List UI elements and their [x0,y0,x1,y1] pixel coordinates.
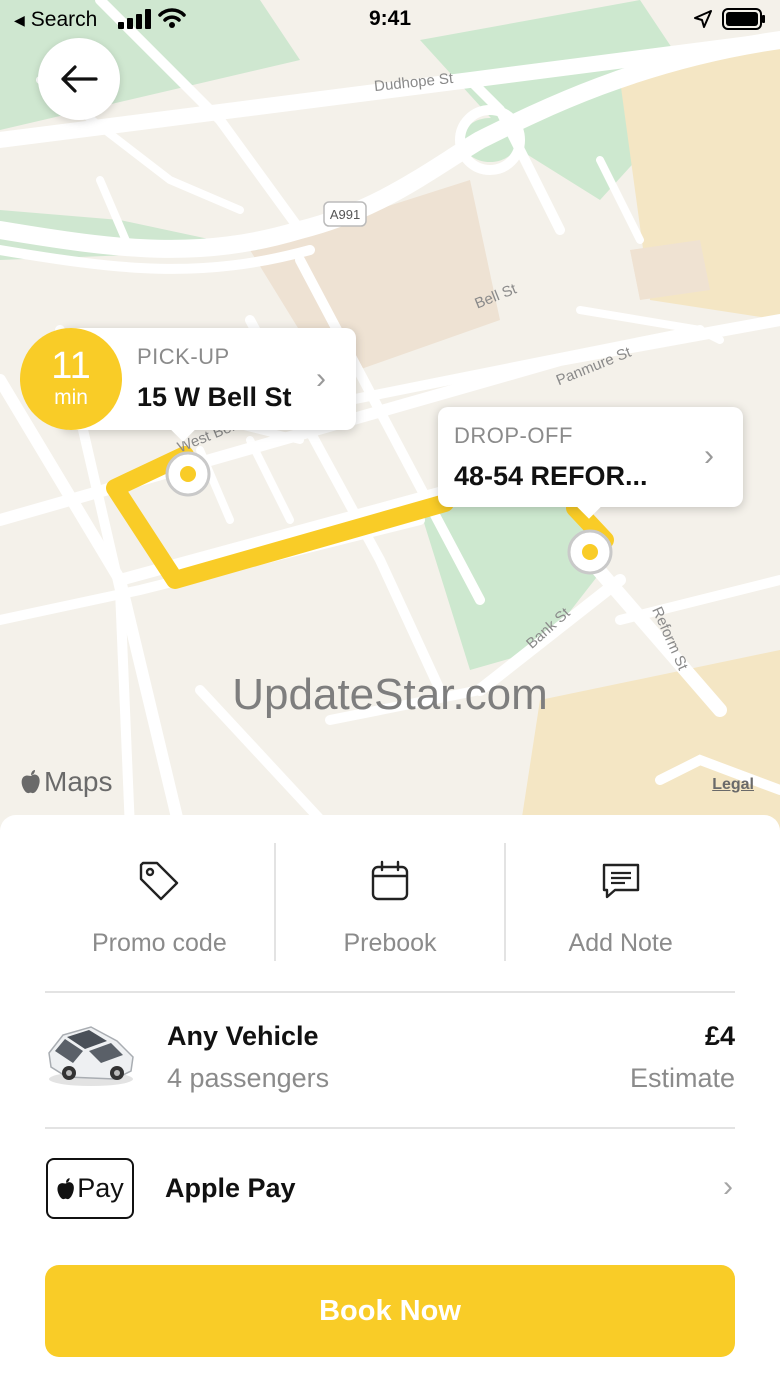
status-time: 9:41 [368,7,412,30]
prebook-button[interactable]: Prebook [273,843,505,961]
map-view[interactable]: A991 Dudhope St Bell St Panmure St West … [0,0,780,830]
arrow-left-icon [61,65,98,93]
vehicle-selector[interactable]: Any Vehicle 4 passengers £4 Estimate [45,1013,735,1109]
back-button[interactable] [38,38,120,120]
add-note-label: Add Note [568,929,673,957]
apple-pay-badge: Pay [46,1158,134,1219]
chevron-right-icon: › [723,1170,733,1203]
divider [45,1127,735,1129]
apple-logo-icon [21,770,40,794]
car-icon [48,1026,134,1086]
eta-unit: min [54,386,88,409]
status-bar: ◀ Search 9:41 [0,0,780,40]
apple-logo-icon [57,1177,75,1199]
chevron-right-icon: › [704,439,714,472]
apple-maps-logo: Maps [20,766,112,798]
book-now-button[interactable]: Book Now [45,1265,735,1357]
message-icon [602,863,639,899]
fare-estimate-label: Estimate [629,1063,735,1093]
prebook-label: Prebook [343,929,437,957]
eta-value: 11 [51,345,91,387]
chevron-right-icon: › [316,362,326,395]
pickup-label: PICK-UP [137,344,230,369]
location-arrow-icon [694,10,712,28]
add-note-button[interactable]: Add Note [504,843,735,961]
pickup-address: 15 W Bell St [137,382,292,412]
legal-link[interactable]: Legal [712,776,754,794]
payment-method-name: Apple Pay [165,1173,296,1203]
svg-text:A991: A991 [330,207,360,222]
booking-sheet: Promo code Prebook Add Note Any Vehicle … [0,815,780,1387]
maps-brand-label: Maps [44,766,113,797]
promo-code-label: Promo code [91,929,227,957]
promo-code-button[interactable]: Promo code [45,843,274,961]
dropoff-callout[interactable]: DROP-OFF 48-54 REFOR... › [438,407,743,519]
eta-badge: 11 min [20,328,122,430]
vehicle-passengers: 4 passengers [167,1063,330,1093]
watermark: UpdateStar.com [232,670,548,719]
battery-icon [722,8,765,30]
payment-method-row[interactable]: Pay Apple Pay › [45,1158,735,1220]
apple-pay-badge-label: Pay [77,1173,124,1203]
dropoff-label: DROP-OFF [454,423,573,448]
action-row: Promo code Prebook Add Note [45,843,735,961]
vehicle-name: Any Vehicle [167,1021,319,1051]
dropoff-address: 48-54 REFOR... [454,461,648,491]
fare-price: £4 [704,1021,735,1051]
tag-icon [140,861,179,901]
divider [45,991,735,993]
calendar-icon [371,860,409,901]
